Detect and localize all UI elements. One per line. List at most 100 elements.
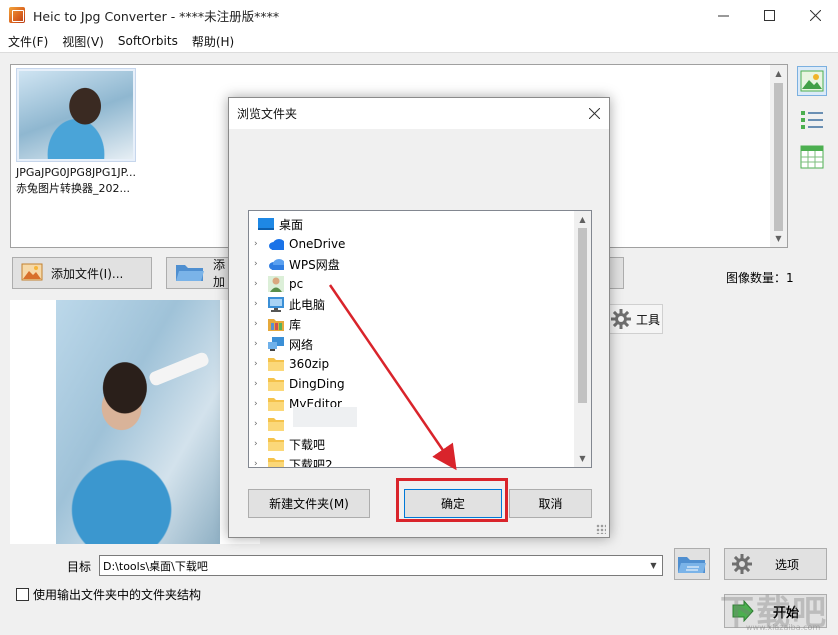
new-folder-button[interactable]: 新建文件夹(M) [248,489,370,518]
maximize-icon [763,9,775,21]
file-thumbnail[interactable] [16,68,136,162]
tree-item-label: 此电脑 [289,297,326,312]
chevron-right-icon[interactable]: › [254,279,264,289]
menu-view[interactable]: 视图(V) [55,33,111,50]
add-folder-button[interactable]: 添加 [166,257,236,289]
folder-open-icon [175,261,205,286]
thumbnail-view-button[interactable] [797,66,827,96]
scroll-up-arrow[interactable]: ▲ [770,65,787,82]
tree-item[interactable]: › [249,414,289,434]
tree-item[interactable]: › DingDing [249,374,345,394]
tree-item-label: pc [289,277,304,291]
close-icon [809,9,821,21]
dialog-title-bar: 浏览文件夹 [229,98,609,129]
list-view-button[interactable] [797,105,827,135]
chevron-right-icon[interactable]: › [254,239,264,249]
scroll-up-arrow[interactable]: ▲ [574,211,591,228]
tree-item[interactable]: › OneDrive [249,234,345,254]
folder-icon [268,396,284,412]
target-path-combobox[interactable]: D:\tools\桌面\下载吧 ▼ [99,555,663,576]
tree-item[interactable]: › 库 [249,314,301,334]
cancel-label: 取消 [538,497,563,511]
target-label: 目标 [67,560,92,574]
chevron-right-icon[interactable]: › [254,459,264,467]
scroll-thumb[interactable] [578,228,587,403]
minimize-icon [717,15,729,16]
image-count: 图像数量：1 [726,271,794,285]
app-icon [9,7,25,23]
computer-icon [268,296,284,312]
chevron-right-icon[interactable]: › [254,379,264,389]
folder-structure-label: 使用输出文件夹中的文件夹结构 [33,588,202,602]
scroll-down-arrow[interactable]: ▼ [770,230,787,247]
file-name-line2: 赤兔图片转换器_202... [16,182,130,195]
minimize-button[interactable] [700,0,746,30]
tree-item[interactable]: › 此电脑 [249,294,325,314]
tools-tab-label: 工具 [636,312,661,327]
tree-item[interactable]: › 下载吧2 [249,454,333,467]
thumbnail-image [19,71,133,159]
folder-structure-option[interactable]: 使用输出文件夹中的文件夹结构 [16,586,201,603]
new-folder-label: 新建文件夹(M) [269,497,349,511]
add-file-label: 添加文件(I)... [51,266,124,281]
cloud-icon [268,236,284,252]
chevron-right-icon[interactable]: › [254,319,264,329]
folder-structure-checkbox[interactable] [16,588,29,601]
chevron-right-icon[interactable]: › [254,359,264,369]
window-title: Heic to Jpg Converter - ****未注册版**** [33,8,280,24]
chevron-down-icon[interactable]: ▼ [645,556,662,575]
folder-icon [268,376,284,392]
tree-item-label: 桌面 [279,217,304,232]
menu-bar: 文件(F) 视图(V) SoftOrbits 帮助(H) [0,30,838,52]
network-icon [268,336,284,352]
chevron-right-icon[interactable]: › [254,439,264,449]
file-name-line1: JPGaJPG0JPG8JPG1JP... [16,166,136,179]
folder-icon [268,456,284,467]
ok-highlight-box [396,478,508,522]
file-list-scrollbar[interactable]: ▲ ▼ [770,65,787,247]
blurred-folder-name [293,407,357,427]
browse-folder-button[interactable] [674,548,710,580]
scroll-thumb[interactable] [774,83,783,231]
cancel-button[interactable]: 取消 [509,489,592,518]
menu-file[interactable]: 文件(F) [0,33,55,50]
tree-item-label: 360zip [289,357,330,371]
menu-softorbits[interactable]: SoftOrbits [111,34,185,48]
image-view-icon [800,70,824,92]
chevron-right-icon[interactable]: › [254,259,264,269]
add-file-button[interactable]: 添加文件(I)... [12,257,152,289]
close-button[interactable] [792,0,838,30]
scroll-down-arrow[interactable]: ▼ [574,450,591,467]
chevron-right-icon[interactable]: › [254,299,264,309]
folder-icon [268,356,284,372]
tree-scrollbar[interactable]: ▲ ▼ [574,211,591,467]
table-view-button[interactable] [797,142,827,172]
tab-tools[interactable]: 工具 [605,304,663,334]
menu-help[interactable]: 帮助(H) [185,33,241,50]
folder-open-icon [678,557,706,573]
tree-item-label: WPS网盘 [289,257,340,272]
chevron-right-icon[interactable]: › [254,339,264,349]
list-view-icon [801,111,823,129]
tree-item[interactable]: › WPS网盘 [249,254,340,274]
tree-item[interactable]: › 网络 [249,334,313,354]
resize-grip[interactable] [596,524,606,534]
close-icon [588,108,600,119]
folder-tree[interactable]: 桌面 › OneDrive › WPS网盘 › pc › 此电脑 › 库 › 网络 › 360zip › Din… [248,210,592,468]
maximize-button[interactable] [746,0,792,30]
wps-cloud-icon [268,256,284,272]
title-bar: Heic to Jpg Converter - ****未注册版**** [0,0,838,30]
tree-item[interactable]: 桌面 [249,214,303,234]
tree-item[interactable]: › 360zip [249,354,329,374]
dialog-title: 浏览文件夹 [237,107,298,121]
tree-item-label: 网络 [289,337,314,352]
dialog-close-button[interactable] [579,98,609,129]
tree-item[interactable]: › 下载吧 [249,434,325,454]
chevron-right-icon[interactable]: › [254,419,264,429]
watermark-url: www.xiazaiba.com [746,623,821,632]
options-label: 选项 [775,557,800,572]
tree-item-label: 下载吧 [289,437,326,452]
tree-item[interactable]: › pc [249,274,303,294]
chevron-right-icon[interactable]: › [254,399,264,409]
gear-icon [610,308,632,330]
